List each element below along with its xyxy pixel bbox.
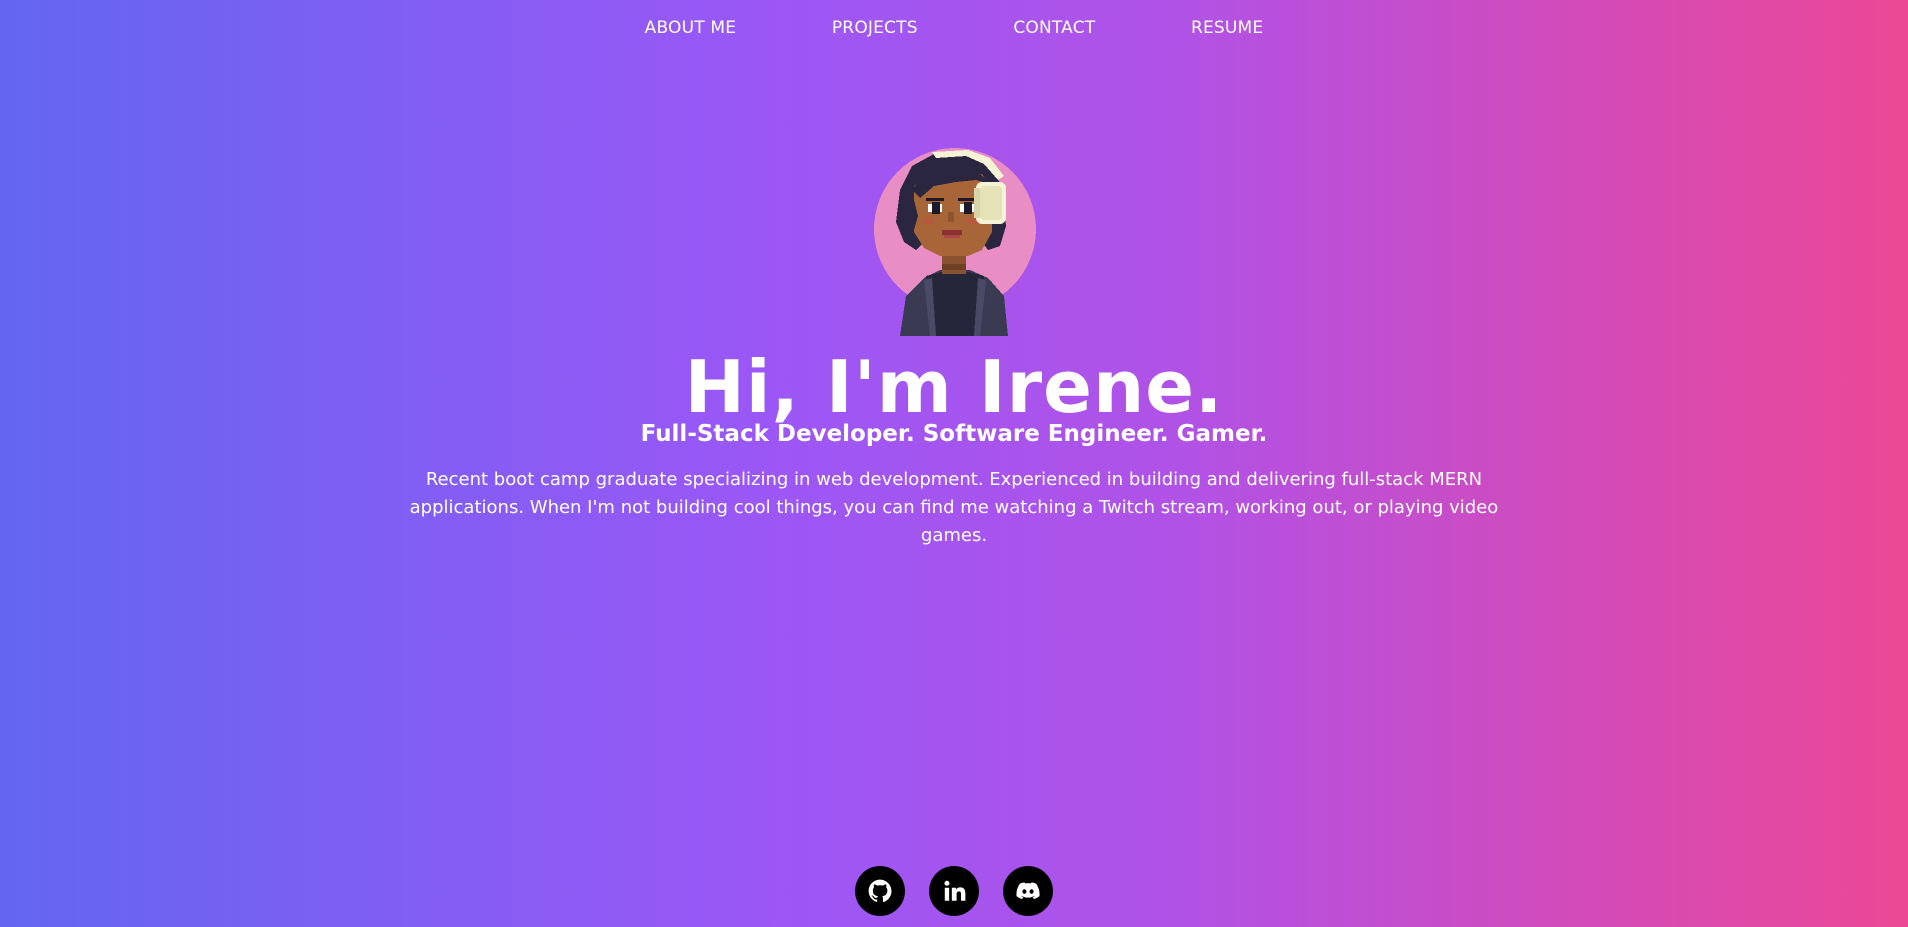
nav-contact[interactable]: CONTACT [1013, 18, 1095, 38]
discord-icon [1016, 882, 1040, 900]
github-icon [868, 879, 892, 903]
github-link[interactable] [855, 866, 905, 916]
avatar [874, 148, 1036, 336]
social-links [0, 866, 1908, 916]
nav-resume[interactable]: RESUME [1191, 18, 1263, 38]
nav-projects[interactable]: PROJECTS [832, 18, 918, 38]
nav-about-me[interactable]: ABOUT ME [645, 18, 737, 38]
page-title: Hi, I'm Irene. [684, 345, 1224, 429]
discord-link[interactable] [1003, 866, 1053, 916]
page-subtitle: Full-Stack Developer. Software Engineer.… [640, 421, 1268, 447]
main-nav: ABOUT ME PROJECTS CONTACT RESUME [0, 18, 1908, 38]
linkedin-link[interactable] [929, 866, 979, 916]
intro-paragraph: Recent boot camp graduate specializing i… [409, 469, 1499, 546]
linkedin-icon [944, 880, 966, 901]
